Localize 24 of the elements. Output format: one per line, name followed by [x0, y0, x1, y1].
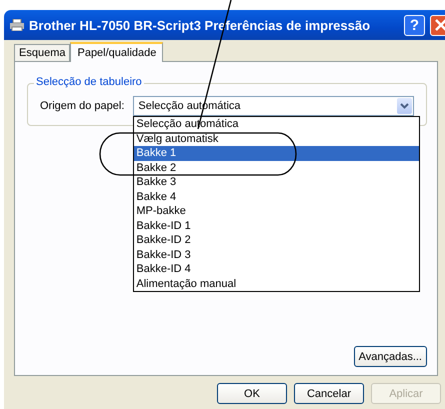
dialog-button[interactable]: OK: [217, 383, 287, 404]
printer-icon: [10, 19, 24, 31]
dropdown-item[interactable]: Bakke-ID 3: [134, 248, 420, 262]
advanced-button[interactable]: Avançadas...: [354, 346, 427, 367]
dialog-button[interactable]: Cancelar: [294, 383, 364, 404]
close-button[interactable]: [430, 14, 445, 36]
dropdown-arrow-button[interactable]: [397, 98, 412, 114]
dropdown-item[interactable]: Bakke-ID 4: [134, 262, 420, 276]
dropdown-item[interactable]: Bakke 4: [134, 190, 420, 204]
tab[interactable]: Papel/qualidade: [70, 42, 164, 62]
chevron-down-icon: [400, 103, 409, 109]
dropdown-item[interactable]: Bakke 1: [134, 146, 420, 160]
close-icon: [434, 19, 445, 31]
group-title: Selecção de tabuleiro: [34, 76, 144, 88]
dropdown-item[interactable]: Vælg automatisk: [134, 132, 420, 146]
tab[interactable]: Esquema: [14, 44, 70, 61]
field-label: Origem do papel:: [40, 100, 124, 112]
dropdown-item[interactable]: Bakke-ID 1: [134, 218, 420, 233]
dropdown-item[interactable]: Bakke 3: [134, 175, 420, 190]
dropdown-item[interactable]: Alimentação manual: [134, 276, 420, 291]
dropdown-item[interactable]: MP-bakke: [134, 204, 420, 218]
help-button[interactable]: ?: [404, 14, 425, 36]
dropdown-item[interactable]: Bakke-ID 2: [134, 233, 420, 248]
dropdown-item[interactable]: Bakke 2: [134, 160, 420, 175]
